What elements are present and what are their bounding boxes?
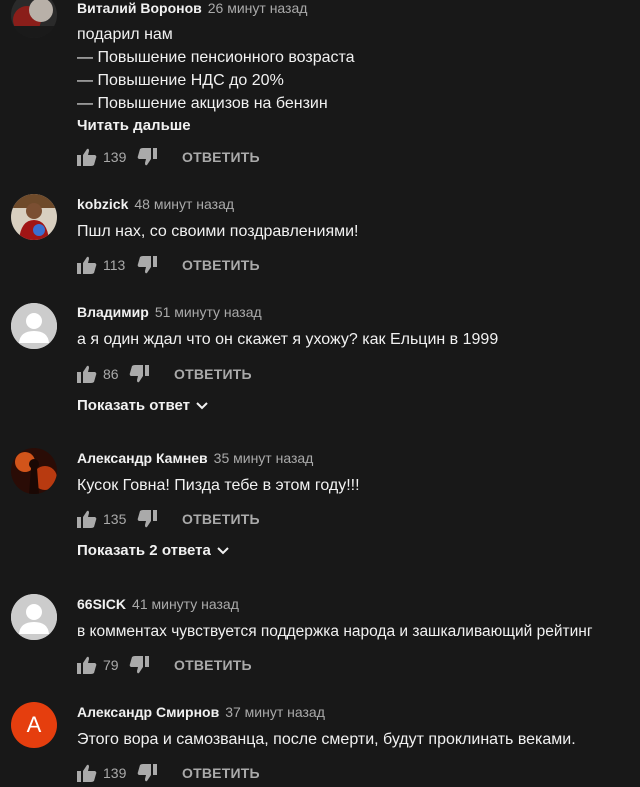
chevron-down-icon [196, 401, 208, 409]
comment-actions: 139 ОТВЕТИТЬ [77, 146, 260, 168]
thumb-up-icon[interactable] [77, 256, 97, 274]
author-name[interactable]: 66SICK [77, 596, 126, 612]
avatar[interactable] [11, 448, 57, 494]
comment-text: Этого вора и самозванца, после смерти, б… [77, 731, 576, 748]
avatar[interactable]: А [11, 702, 57, 748]
show-replies-label: Показать ответ [77, 397, 190, 414]
reply-button[interactable]: ОТВЕТИТЬ [182, 257, 260, 273]
avatar[interactable] [11, 194, 57, 240]
avatar-letter: А [26, 712, 42, 737]
thumb-up-icon[interactable] [77, 764, 97, 782]
default-avatar-icon [11, 303, 57, 349]
comment-actions: 135 ОТВЕТИТЬ [77, 508, 260, 530]
thumb-down-icon[interactable] [137, 764, 157, 782]
avatar[interactable] [11, 303, 57, 349]
comment-text: а я один ждал что он скажет я ухожу? как… [77, 331, 499, 348]
reply-button[interactable]: ОТВЕТИТЬ [174, 366, 252, 382]
like-count: 79 [103, 657, 119, 673]
like-count: 86 [103, 366, 119, 382]
like-count: 113 [103, 257, 126, 273]
chevron-down-icon [217, 546, 229, 554]
thumb-up-icon[interactable] [77, 656, 97, 674]
reply-button[interactable]: ОТВЕТИТЬ [182, 149, 260, 165]
like-count: 139 [103, 765, 127, 781]
thumb-down-icon[interactable] [137, 148, 157, 166]
thumb-up-icon[interactable] [77, 510, 97, 528]
comment-text: подарил нам — Повышение пенсионного возр… [77, 26, 355, 112]
author-name[interactable]: kobzick [77, 196, 128, 212]
author-name[interactable]: Владимир [77, 304, 149, 320]
thumb-up-icon[interactable] [77, 148, 97, 166]
reply-button[interactable]: ОТВЕТИТЬ [182, 765, 260, 781]
thumb-up-icon[interactable] [77, 365, 97, 383]
thumb-down-icon[interactable] [137, 256, 157, 274]
thumb-down-icon[interactable] [129, 656, 149, 674]
comment-text: Кусок Говна! Пизда тебе в этом году!!! [77, 477, 360, 494]
show-replies-button[interactable]: Показать ответ [77, 397, 208, 414]
like-count: 139 [103, 149, 127, 165]
default-avatar-icon [11, 594, 57, 640]
comment-time[interactable]: 48 минут назад [134, 196, 234, 212]
comment-actions: 86 ОТВЕТИТЬ [77, 363, 252, 385]
thumb-down-icon[interactable] [129, 365, 149, 383]
comment-time[interactable]: 26 минут назад [208, 0, 308, 16]
thumb-down-icon[interactable] [137, 510, 157, 528]
read-more-link[interactable]: Читать дальше [77, 117, 191, 134]
comment-text: в комментах чувствуется поддержка народа… [77, 623, 593, 640]
comment-time[interactable]: 51 минуту назад [155, 304, 262, 320]
show-replies-label: Показать 2 ответа [77, 542, 211, 559]
comment-actions: 79 ОТВЕТИТЬ [77, 654, 252, 676]
avatar[interactable] [11, 0, 57, 38]
comment-actions: 113 ОТВЕТИТЬ [77, 254, 260, 276]
author-name[interactable]: Александр Камнев [77, 450, 208, 466]
avatar[interactable] [11, 594, 57, 640]
comment-time[interactable]: 37 минут назад [225, 704, 325, 720]
comment-time[interactable]: 35 минут назад [214, 450, 314, 466]
like-count: 135 [103, 511, 127, 527]
author-name[interactable]: Виталий Воронов [77, 0, 202, 16]
reply-button[interactable]: ОТВЕТИТЬ [174, 657, 252, 673]
comment-actions: 139 ОТВЕТИТЬ [77, 762, 260, 784]
comment-time[interactable]: 41 минуту назад [132, 596, 239, 612]
show-replies-button[interactable]: Показать 2 ответа [77, 542, 229, 559]
comment-text: Пшл нах, со своими поздравлениями! [77, 223, 359, 240]
author-name[interactable]: Александр Смирнов [77, 704, 219, 720]
reply-button[interactable]: ОТВЕТИТЬ [182, 511, 260, 527]
